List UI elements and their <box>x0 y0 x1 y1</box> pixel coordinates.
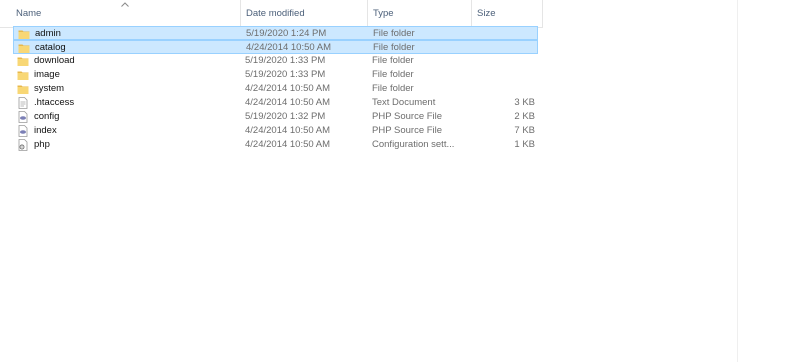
file-size <box>473 68 535 82</box>
file-date-modified: 5/19/2020 1:33 PM <box>245 55 326 66</box>
file-explorer-window: Name Date modified Type Size admin 5/19/… <box>0 0 800 362</box>
column-header-size-label: Size <box>477 8 496 19</box>
file-type: PHP Source File <box>372 125 443 136</box>
file-name: catalog <box>35 42 66 53</box>
column-header-name-label: Name <box>16 8 42 19</box>
file-row[interactable]: config 5/19/2020 1:32 PM PHP Source File… <box>13 110 538 124</box>
column-header-bar: Name Date modified Type Size <box>0 0 543 28</box>
file-name: php <box>34 139 50 150</box>
file-row[interactable]: image 5/19/2020 1:33 PM File folder <box>13 68 538 82</box>
file-name: .htaccess <box>34 97 75 108</box>
file-date-modified: 4/24/2014 10:50 AM <box>246 42 332 53</box>
php-file-icon <box>17 111 29 123</box>
column-header-date-modified[interactable]: Date modified <box>240 0 367 27</box>
file-date-modified: 5/19/2020 1:33 PM <box>245 69 326 80</box>
column-header-type-label: Type <box>373 8 394 19</box>
pane-divider <box>737 0 738 362</box>
file-row[interactable]: admin 5/19/2020 1:24 PM File folder <box>13 26 538 40</box>
file-row[interactable]: download 5/19/2020 1:33 PM File folder <box>13 54 538 68</box>
file-size <box>473 54 535 68</box>
file-name: image <box>34 69 60 80</box>
file-date-modified: 5/19/2020 1:32 PM <box>245 111 326 122</box>
file-date-modified: 4/24/2014 10:50 AM <box>245 97 331 108</box>
column-separator[interactable] <box>542 0 543 27</box>
file-date-modified: 4/24/2014 10:50 AM <box>245 83 331 94</box>
config-file-icon <box>17 139 29 151</box>
file-name: admin <box>35 28 61 39</box>
file-size <box>473 82 535 96</box>
file-size <box>474 41 536 55</box>
column-header-date-label: Date modified <box>246 8 305 19</box>
text-document-icon <box>17 97 29 109</box>
folder-icon <box>17 83 29 95</box>
chevron-up-icon <box>121 2 129 7</box>
folder-icon <box>17 55 29 67</box>
file-type: Configuration sett... <box>372 139 455 150</box>
column-header-size[interactable]: Size <box>471 0 543 27</box>
file-type: File folder <box>372 83 414 94</box>
file-size: 1 KB <box>514 139 535 150</box>
folder-icon <box>18 28 30 40</box>
file-size: 3 KB <box>514 97 535 108</box>
file-size <box>474 27 536 41</box>
file-name: download <box>34 55 75 66</box>
file-row[interactable]: .htaccess 4/24/2014 10:50 AM Text Docume… <box>13 96 538 110</box>
column-header-type[interactable]: Type <box>367 0 471 27</box>
file-row[interactable]: php 4/24/2014 10:50 AM Configuration set… <box>13 138 538 152</box>
file-date-modified: 4/24/2014 10:50 AM <box>245 139 331 150</box>
php-file-icon <box>17 125 29 137</box>
file-name: config <box>34 111 60 122</box>
file-row[interactable]: system 4/24/2014 10:50 AM File folder <box>13 82 538 96</box>
file-type: PHP Source File <box>372 111 443 122</box>
file-date-modified: 4/24/2014 10:50 AM <box>245 125 331 136</box>
file-row[interactable]: catalog 4/24/2014 10:50 AM File folder <box>13 40 538 54</box>
file-type: File folder <box>372 55 414 66</box>
file-type: File folder <box>372 69 414 80</box>
folder-icon <box>18 42 30 54</box>
file-type: File folder <box>373 28 415 39</box>
file-name: system <box>34 83 65 94</box>
file-type: File folder <box>373 42 415 53</box>
file-row[interactable]: index 4/24/2014 10:50 AM PHP Source File… <box>13 124 538 138</box>
file-date-modified: 5/19/2020 1:24 PM <box>246 28 327 39</box>
file-size: 7 KB <box>514 125 535 136</box>
file-size: 2 KB <box>514 111 535 122</box>
folder-icon <box>17 69 29 81</box>
file-name: index <box>34 125 57 136</box>
file-type: Text Document <box>372 97 436 108</box>
